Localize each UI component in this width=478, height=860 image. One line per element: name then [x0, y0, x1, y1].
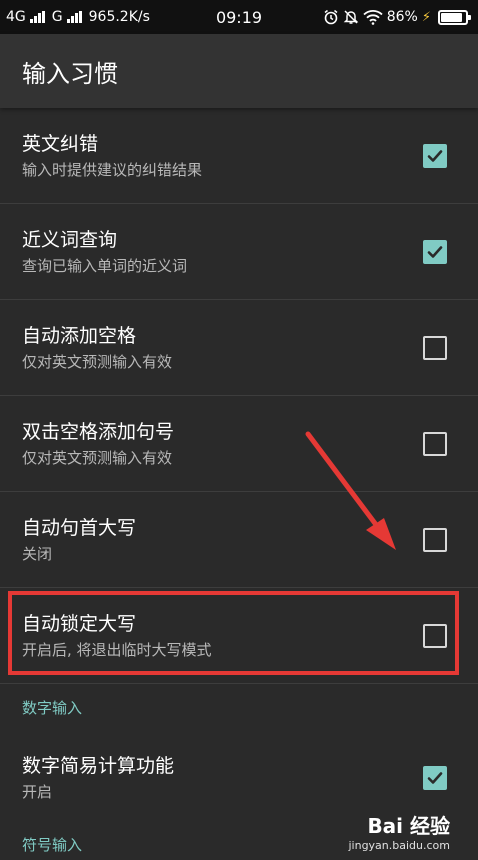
check-icon	[427, 772, 443, 784]
battery-icon	[438, 9, 471, 25]
setting-summary: 仅对英文预测输入有效	[22, 352, 173, 371]
setting-double-space-period[interactable]: 双击空格添加句号 仅对英文预测输入有效	[0, 396, 478, 492]
checkbox-auto-capitalize[interactable]	[423, 527, 447, 552]
app-bar: 输入习惯	[0, 34, 478, 108]
setting-title: 自动句首大写	[22, 516, 137, 539]
setting-summary: 输入时提供建议的纠错结果	[22, 160, 203, 179]
charging-bolt-icon: ⚡	[421, 9, 431, 25]
battery-percent: 86%	[386, 9, 418, 25]
checkbox-english-correction[interactable]	[423, 143, 447, 168]
setting-title: 英文纠错	[22, 132, 99, 155]
setting-english-correction[interactable]: 英文纠错 输入时提供建议的纠错结果	[0, 108, 478, 204]
alarm-icon	[324, 9, 338, 25]
setting-summary: 查询已输入单词的近义词	[22, 256, 188, 275]
section-title: 数字输入	[22, 698, 83, 717]
check-icon	[427, 245, 443, 258]
check-icon	[427, 149, 443, 162]
checkbox-double-space-period[interactable]	[423, 431, 447, 456]
mute-bell-icon	[343, 10, 359, 24]
checkbox-simple-calc[interactable]	[423, 766, 447, 790]
setting-summary: 开启后, 将退出临时大写模式	[22, 640, 212, 659]
network-type-label: 4G	[6, 9, 26, 25]
setting-auto-caps-lock[interactable]: 自动锁定大写 开启后, 将退出临时大写模式	[0, 588, 478, 684]
status-left: 4G G 965.2K/s	[6, 9, 150, 25]
section-header-symbol-input: 符号输入	[0, 826, 478, 860]
setting-auto-space[interactable]: 自动添加空格 仅对英文预测输入有效	[0, 300, 478, 396]
setting-title: 自动添加空格	[22, 324, 137, 347]
setting-summary: 关闭	[22, 544, 53, 563]
checkbox-synonym-lookup[interactable]	[423, 239, 447, 264]
signal-icon-2	[66, 11, 82, 23]
setting-summary: 仅对英文预测输入有效	[22, 448, 173, 467]
setting-title: 双击空格添加句号	[22, 420, 175, 443]
settings-list: 英文纠错 输入时提供建议的纠错结果 近义词查询 查询已输入单词的近义词 自动添加…	[0, 108, 478, 860]
wifi-icon	[363, 10, 383, 25]
network-speed: 965.2K/s	[88, 9, 150, 25]
page-title: 输入习惯	[22, 59, 118, 88]
setting-title: 近义词查询	[22, 228, 118, 251]
setting-title: 自动锁定大写	[22, 612, 137, 635]
setting-title: 数字简易计算功能	[22, 755, 175, 777]
setting-simple-calc[interactable]: 数字简易计算功能 开启	[0, 730, 478, 826]
setting-synonym-lookup[interactable]: 近义词查询 查询已输入单词的近义词	[0, 204, 478, 300]
status-right: 86% ⚡	[323, 9, 471, 25]
section-title: 符号输入	[22, 836, 83, 854]
signal-icon	[29, 11, 45, 23]
checkbox-auto-space[interactable]	[423, 335, 447, 360]
setting-summary: 开启	[22, 783, 53, 801]
network-type-label-2: G	[51, 9, 63, 25]
status-bar: 4G G 965.2K/s 09:19 86% ⚡	[0, 0, 478, 34]
section-header-number-input: 数字输入	[0, 684, 478, 730]
setting-auto-capitalize[interactable]: 自动句首大写 关闭	[0, 492, 478, 588]
checkbox-auto-caps-lock[interactable]	[423, 623, 447, 648]
